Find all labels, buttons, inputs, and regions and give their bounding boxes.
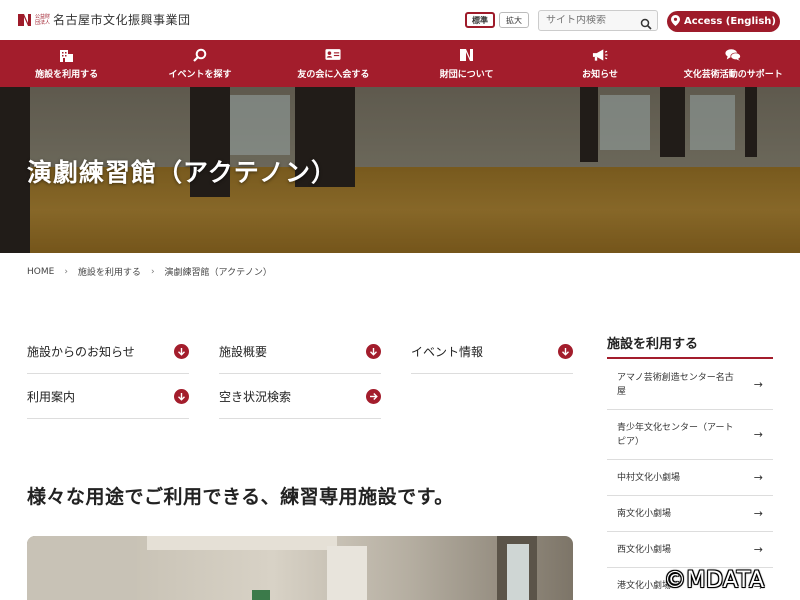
nav-item-support[interactable]: 文化芸術活動のサポート — [667, 40, 800, 87]
link-label: 施設からのお知らせ — [27, 345, 135, 359]
logo-text: 名古屋市文化振興事業団 — [53, 13, 191, 27]
link-usage-guide[interactable]: 利用案内 — [27, 375, 189, 419]
nav-label: 施設を利用する — [35, 69, 99, 80]
sidebar-item-amano[interactable]: アマノ芸術創造センター名古屋 → — [607, 360, 773, 410]
nav-item-foundation[interactable]: 財団について — [400, 40, 533, 87]
sidebar-item-nakamura[interactable]: 中村文化小劇場 → — [607, 460, 773, 496]
nav-label: お知らせ — [582, 69, 618, 80]
sidebar-title: 施設を利用する — [607, 337, 699, 352]
sidebar-item-nishi[interactable]: 西文化小劇場 → — [607, 532, 773, 568]
search-icon — [192, 48, 208, 62]
sidebar-item-label: 中村文化小劇場 — [617, 472, 681, 483]
link-availability-search[interactable]: 空き状況検索 — [219, 375, 381, 419]
search-input[interactable] — [546, 15, 641, 26]
arrow-down-circle-icon — [174, 344, 189, 359]
font-size-switcher: 標準 拡大 — [465, 12, 529, 28]
link-label: イベント情報 — [411, 345, 484, 359]
nav-label: 友の会に入会する — [297, 69, 370, 80]
site-search — [538, 10, 658, 31]
search-icon[interactable] — [640, 15, 652, 30]
access-label: Access (English) — [684, 16, 776, 27]
site-logo[interactable]: 公益財団法人 名古屋市文化振興事業団 — [18, 11, 191, 28]
arrow-right-circle-icon — [366, 389, 381, 404]
nav-item-events[interactable]: イベントを探す — [133, 40, 266, 87]
link-label: 施設概要 — [219, 345, 268, 359]
nav-item-news[interactable]: お知らせ — [533, 40, 666, 87]
link-event-info[interactable]: イベント情報 — [411, 330, 573, 374]
nav-label: 財団について — [439, 69, 494, 80]
megaphone-icon — [592, 48, 608, 62]
arrow-right-icon: → — [753, 471, 763, 484]
font-size-standard-button[interactable]: 標準 — [465, 12, 495, 28]
arrow-down-circle-icon — [174, 389, 189, 404]
map-pin-icon — [671, 14, 681, 29]
sidebar-item-minami[interactable]: 南文化小劇場 → — [607, 496, 773, 532]
nav-label: イベントを探す — [168, 69, 232, 80]
foundation-logo-icon — [18, 13, 32, 27]
breadcrumb-facilities[interactable]: 施設を利用する — [78, 265, 141, 278]
breadcrumb-home[interactable]: HOME — [27, 267, 54, 277]
breadcrumb-current: 演劇練習館（アクテノン） — [164, 268, 272, 278]
link-facility-news[interactable]: 施設からのお知らせ — [27, 330, 189, 374]
access-english-button[interactable]: Access (English) — [667, 11, 780, 32]
chevron-right-icon: › — [64, 266, 68, 277]
chevron-right-icon: › — [150, 266, 155, 277]
link-label: 利用案内 — [27, 390, 76, 404]
nav-item-facilities[interactable]: 施設を利用する — [0, 40, 133, 87]
arrow-down-circle-icon — [366, 344, 381, 359]
watermark: ©MDATA — [664, 568, 765, 593]
arrow-down-circle-icon — [558, 344, 573, 359]
sidebar-divider — [607, 357, 773, 359]
sidebar-item-label: アマノ芸術創造センター名古屋 — [617, 372, 734, 397]
link-label: 空き状況検索 — [219, 390, 292, 404]
top-header: 公益財団法人 名古屋市文化振興事業団 標準 拡大 Access (English… — [0, 0, 800, 40]
arrow-right-icon: → — [753, 543, 763, 556]
font-size-large-button[interactable]: 拡大 — [499, 12, 529, 28]
member-card-icon — [325, 48, 341, 62]
nav-item-membership[interactable]: 友の会に入会する — [267, 40, 400, 87]
sidebar-item-label: 青少年文化センター（アートピア） — [617, 422, 734, 447]
section-heading: 様々な用途でご利用できる、練習専用施設です。 — [27, 486, 454, 508]
arrow-right-icon: → — [753, 507, 763, 520]
link-facility-overview[interactable]: 施設概要 — [219, 330, 381, 374]
page-title: 演劇練習館（アクテノン） — [27, 158, 338, 187]
arrow-right-icon: → — [753, 428, 763, 441]
logo-subtitle: 公益財団法人 — [35, 13, 51, 26]
nav-label: 文化芸術活動のサポート — [683, 69, 783, 80]
sidebar-item-label: 南文化小劇場 — [617, 508, 672, 519]
main-nav: 施設を利用する イベントを探す 友の会に入会する 財団について お知らせ 文化芸… — [0, 40, 800, 87]
facility-photo — [27, 536, 573, 600]
chat-bubbles-icon — [725, 48, 742, 62]
breadcrumb: HOME › 施設を利用する › 演劇練習館（アクテノン） — [27, 265, 272, 279]
sidebar-item-label: 西文化小劇場 — [617, 544, 672, 555]
foundation-logo-icon — [459, 48, 475, 62]
hero-banner: 演劇練習館（アクテノン） — [0, 87, 800, 253]
building-icon — [59, 48, 75, 62]
sidebar-item-artpia[interactable]: 青少年文化センター（アートピア） → — [607, 410, 773, 460]
arrow-right-icon: → — [753, 378, 763, 391]
